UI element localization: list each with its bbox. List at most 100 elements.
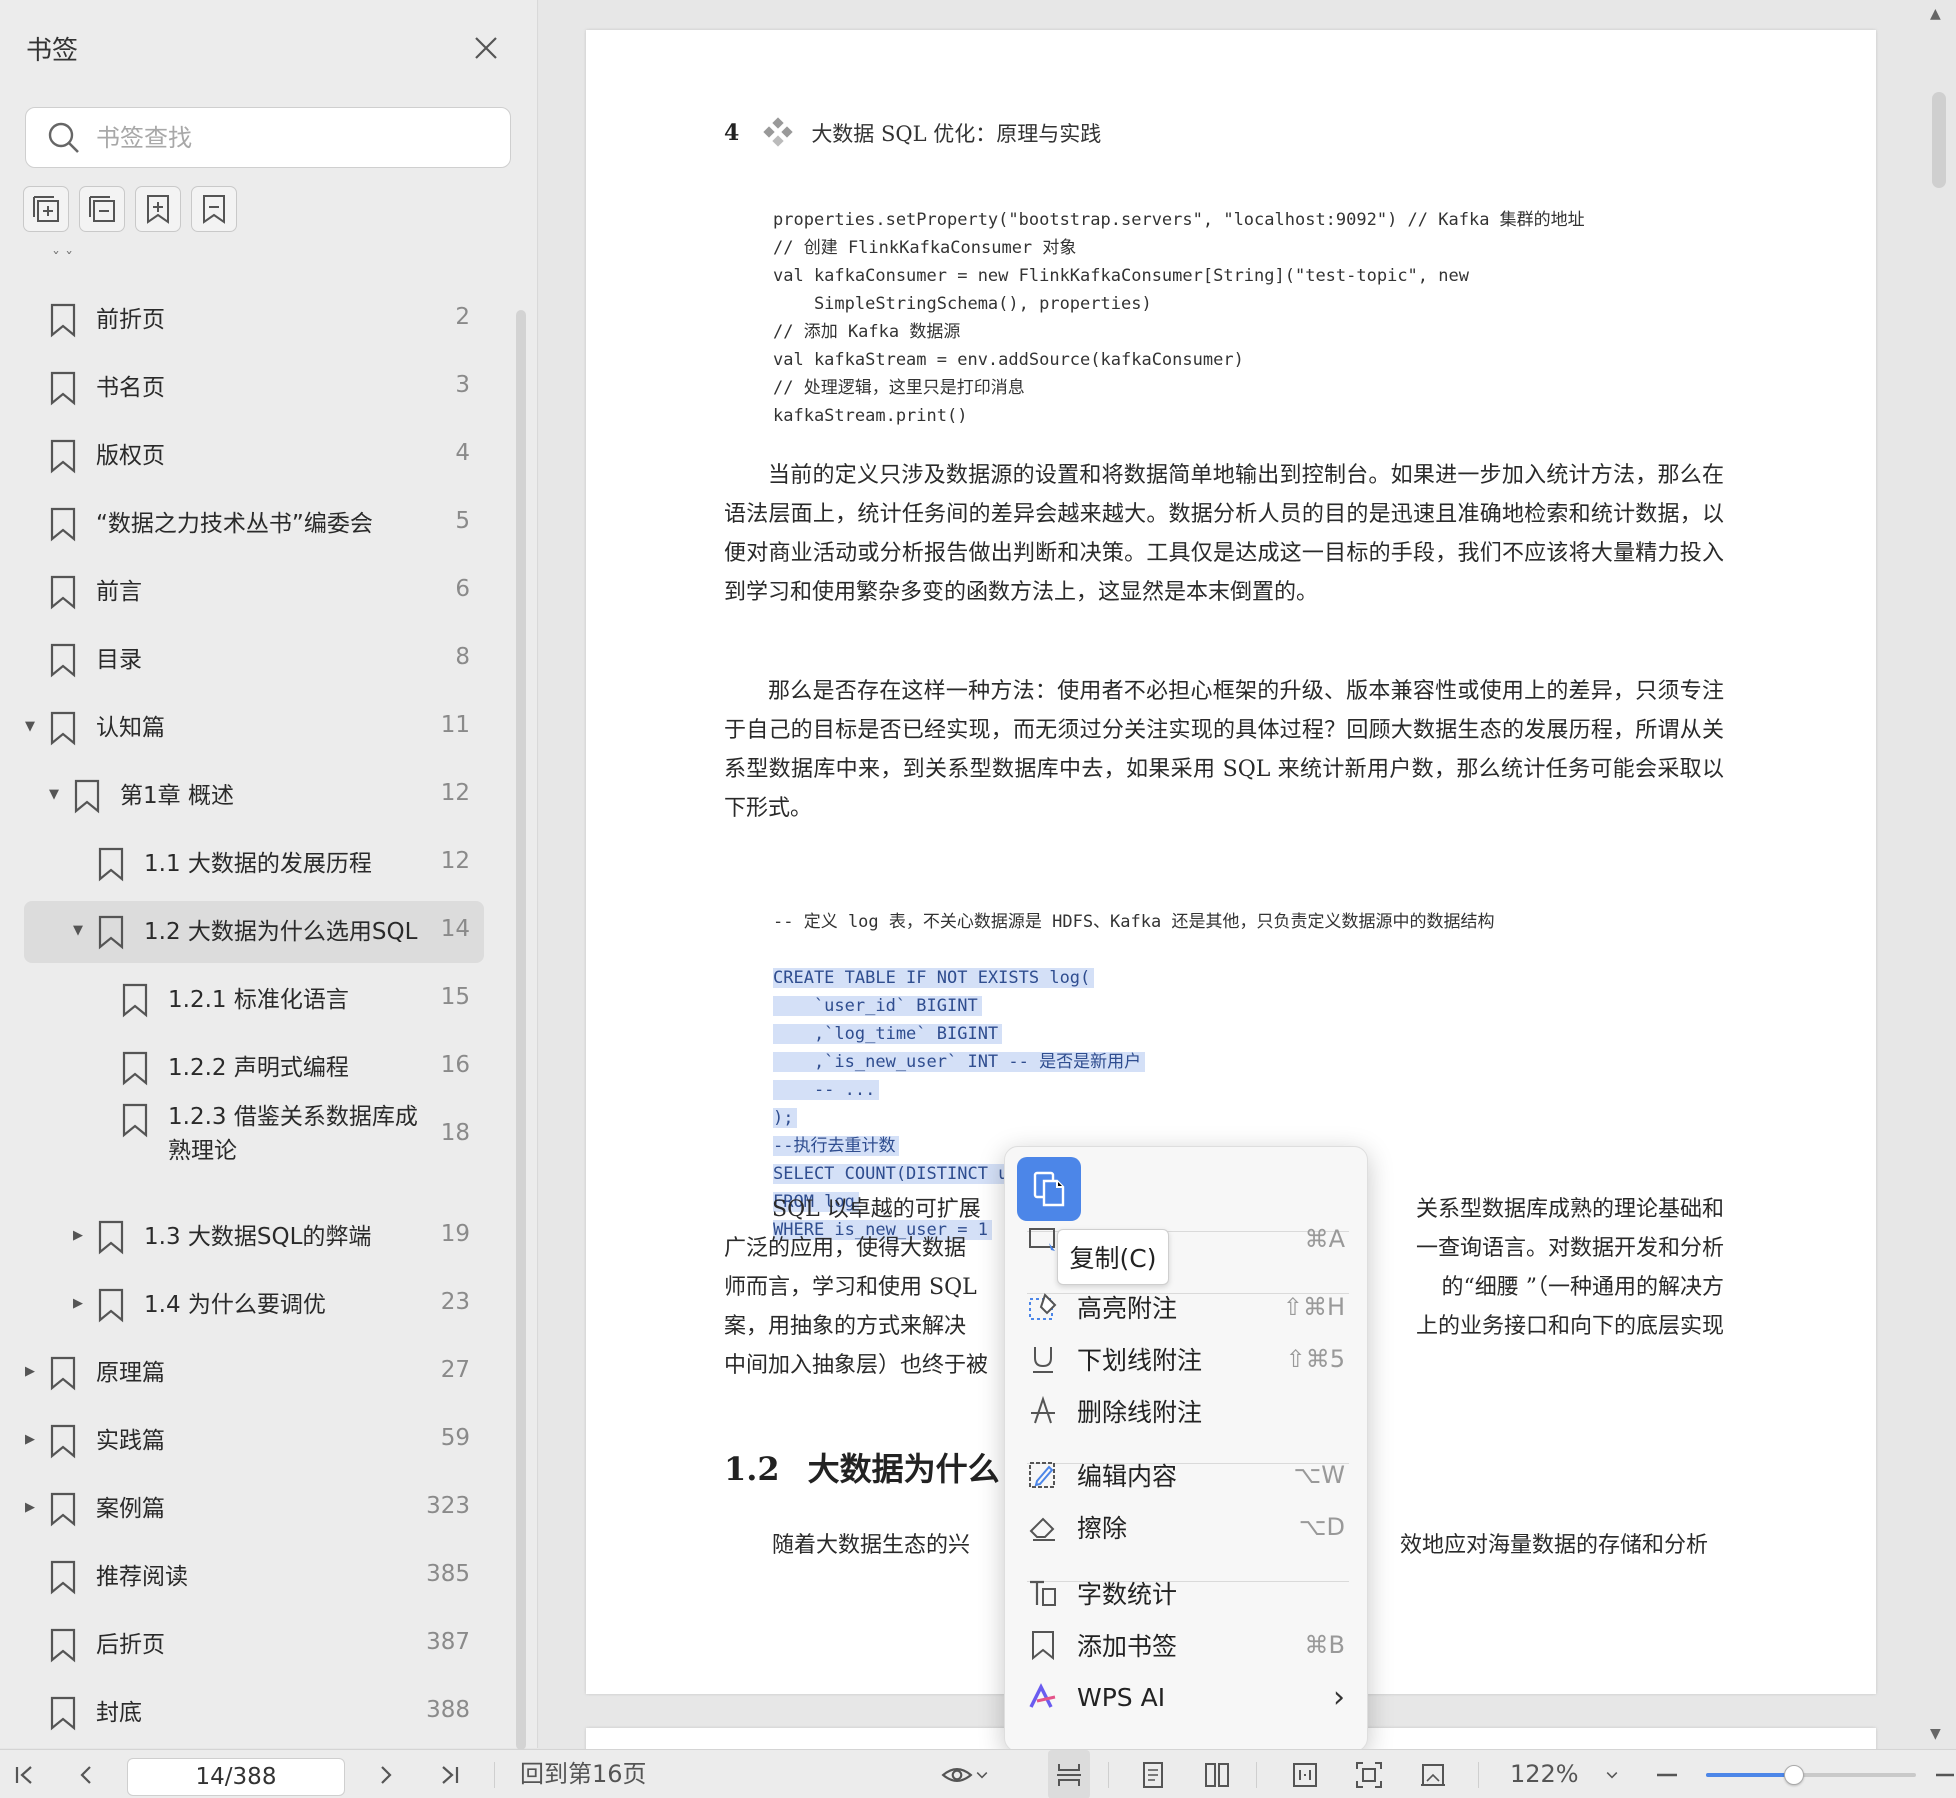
- scroll-down-arrow[interactable]: ▼: [1930, 1726, 1941, 1742]
- bookmark-item[interactable]: 前折页 2: [24, 289, 484, 351]
- bookmark-page-number: 23: [440, 1289, 470, 1315]
- go-to-page-link[interactable]: 回到第16页: [520, 1750, 647, 1798]
- code-line: kafkaStream.print(): [773, 406, 968, 426]
- last-page-button[interactable]: [432, 1750, 468, 1798]
- selected-code-line[interactable]: CREATE TABLE IF NOT EXISTS log(: [773, 968, 1095, 988]
- zoom-in-button[interactable]: [1934, 1750, 1954, 1798]
- edit-content-item[interactable]: 编辑内容 ⌥W: [1005, 1451, 1369, 1499]
- underline-item[interactable]: 下划线附注 ⇧⌘5: [1005, 1335, 1369, 1383]
- bookmark-item[interactable]: 1.2.1 标准化语言 15: [24, 969, 484, 1031]
- bookmark-item[interactable]: ▼ 1.2 大数据为什么选用SQL 14: [24, 901, 484, 963]
- bookmark-icon: [50, 1560, 76, 1595]
- bottom-toolbar: 14/388 回到第16页 122%: [0, 1749, 1956, 1798]
- reading-mode-dropdown[interactable]: [934, 1750, 998, 1798]
- expand-all-button[interactable]: [23, 186, 69, 232]
- bookmark-label: 第1章 概述: [120, 783, 234, 809]
- expanded-triangle-icon[interactable]: ▼: [46, 787, 62, 802]
- zoom-dropdown[interactable]: [1596, 1750, 1628, 1798]
- bookmark-item[interactable]: ▶ 原理篇 27: [24, 1342, 484, 1404]
- collapse-all-button[interactable]: [79, 186, 125, 232]
- document-scrollbar-thumb[interactable]: [1932, 92, 1946, 188]
- bookmark-item[interactable]: ▶ 案例篇 323: [24, 1478, 484, 1540]
- scroll-up-arrow[interactable]: ▲: [1930, 6, 1941, 22]
- bookmark-item[interactable]: ▶ 实践篇 59: [24, 1410, 484, 1472]
- menu-item-label: 编辑内容: [1077, 1462, 1178, 1491]
- bookmark-icon: [98, 1220, 124, 1255]
- add-bookmark-item[interactable]: 添加书签 ⌘B: [1005, 1621, 1369, 1669]
- bookmark-item[interactable]: 版权页 4: [24, 425, 484, 487]
- scrolled-item-edge: ˇ ˇ: [52, 249, 74, 268]
- next-page-button[interactable]: [368, 1750, 404, 1798]
- bookmark-item[interactable]: 前言 6: [24, 561, 484, 623]
- collapsed-triangle-icon[interactable]: ▶: [22, 1364, 38, 1379]
- zoom-level[interactable]: 122%: [1510, 1750, 1579, 1798]
- bookmark-item[interactable]: 封底 388: [24, 1682, 484, 1744]
- zoom-slider[interactable]: [1706, 1765, 1916, 1785]
- bookmark-item[interactable]: 推荐阅读 385: [24, 1546, 484, 1608]
- sidebar-scrollbar[interactable]: [516, 310, 526, 1750]
- bookmark-item[interactable]: ▼ 第1章 概述 12: [24, 765, 484, 827]
- actual-size-button[interactable]: [1412, 1750, 1454, 1798]
- strikethrough-item[interactable]: 删除线附注: [1005, 1387, 1369, 1435]
- selected-code-line[interactable]: `user_id` BIGINT: [773, 996, 982, 1016]
- first-page-button[interactable]: [6, 1750, 42, 1798]
- copy-button[interactable]: [1017, 1157, 1081, 1221]
- bookmark-page-number: 59: [440, 1425, 470, 1451]
- collapsed-triangle-icon[interactable]: ▶: [22, 1500, 38, 1515]
- selected-code-line[interactable]: ,`is_new_user` INT -- 是否是新用户: [773, 1052, 1146, 1072]
- code-line: SimpleStringSchema(), properties): [773, 294, 1152, 314]
- expanded-triangle-icon[interactable]: ▼: [70, 923, 86, 938]
- erase-item[interactable]: 擦除 ⌥D: [1005, 1503, 1369, 1551]
- collapsed-triangle-icon[interactable]: ▶: [22, 1432, 38, 1447]
- bookmark-label: 1.2.1 标准化语言: [168, 987, 349, 1013]
- expanded-triangle-icon[interactable]: ▼: [22, 719, 38, 734]
- fit-page-button[interactable]: [1348, 1750, 1390, 1798]
- bookmark-item[interactable]: ▶ 1.4 为什么要调优 23: [24, 1274, 484, 1336]
- continuous-scroll-button[interactable]: [1048, 1750, 1090, 1798]
- menu-item-label: 字数统计: [1077, 1580, 1178, 1609]
- bookmark-label: “数据之力技术丛书”编委会: [96, 511, 373, 537]
- close-icon: [475, 37, 497, 59]
- paragraph-4-right: 效地应对海量数据的存储和分析: [1368, 1526, 1708, 1565]
- bookmark-icon: [50, 303, 76, 338]
- word-count-icon: [1030, 1580, 1056, 1606]
- bookmark-item[interactable]: 1.1 大数据的发展历程 12: [24, 833, 484, 895]
- remove-bookmark-button[interactable]: [191, 186, 237, 232]
- two-page-button[interactable]: [1196, 1750, 1238, 1798]
- selected-code-line[interactable]: --执行去重计数: [773, 1136, 900, 1156]
- highlight-item[interactable]: 高亮附注 ⇧⌘H: [1005, 1283, 1369, 1331]
- single-page-button[interactable]: [1132, 1750, 1174, 1798]
- wps-ai-item[interactable]: WPS AI ›: [1005, 1673, 1369, 1721]
- bookmark-search-box[interactable]: [25, 107, 511, 168]
- bookmark-item[interactable]: ▼ 认知篇 11: [24, 697, 484, 759]
- bookmark-page-number: 18: [440, 1120, 470, 1146]
- collapsed-triangle-icon[interactable]: ▶: [70, 1228, 86, 1243]
- word-count-item[interactable]: 字数统计: [1005, 1569, 1369, 1617]
- bookmark-item[interactable]: 后折页 387: [24, 1614, 484, 1676]
- bookmark-item[interactable]: 目录 8: [24, 629, 484, 691]
- bookmark-item[interactable]: 1.2.3 借鉴关系数据库成 熟理论 18: [24, 1094, 484, 1178]
- selected-code-line[interactable]: );: [773, 1108, 798, 1128]
- add-bookmark-button[interactable]: [135, 186, 181, 232]
- bookmark-icon: [50, 1356, 76, 1391]
- bookmark-icon: [50, 1492, 76, 1527]
- bookmark-item[interactable]: ▶ 1.3 大数据SQL的弊端 19: [24, 1206, 484, 1268]
- paragraph-2-text: 那么是否存在这样一种方法：使用者不必担心框架的升级、版本兼容性或使用上的差异，只…: [724, 679, 1724, 821]
- previous-page-button[interactable]: [68, 1750, 104, 1798]
- page-number-input[interactable]: 14/388: [127, 1758, 345, 1796]
- bookmark-label: 1.2 大数据为什么选用SQL: [144, 919, 418, 945]
- bookmark-item[interactable]: “数据之力技术丛书”编委会 5: [24, 493, 484, 555]
- bookmark-item[interactable]: 1.2.2 声明式编程 16: [24, 1037, 484, 1099]
- selected-code-line[interactable]: ,`log_time` BIGINT: [773, 1024, 1003, 1044]
- selected-code-line-wrapper: ,`is_new_user` INT -- 是否是新用户: [773, 1048, 1494, 1076]
- zoom-out-button[interactable]: [1650, 1750, 1684, 1798]
- bookmark-page-number: 15: [440, 984, 470, 1010]
- fit-width-button[interactable]: [1284, 1750, 1326, 1798]
- paragraph-3-line-left: 广泛的应用，使得大数据: [724, 1236, 967, 1261]
- bookmark-item[interactable]: 书名页 3: [24, 357, 484, 419]
- zoom-slider-handle[interactable]: [1784, 1765, 1805, 1785]
- collapsed-triangle-icon[interactable]: ▶: [70, 1296, 86, 1311]
- selected-code-line[interactable]: -- ...: [773, 1080, 880, 1100]
- close-sidebar-button[interactable]: [466, 28, 506, 68]
- bookmark-search-input[interactable]: [96, 123, 476, 152]
